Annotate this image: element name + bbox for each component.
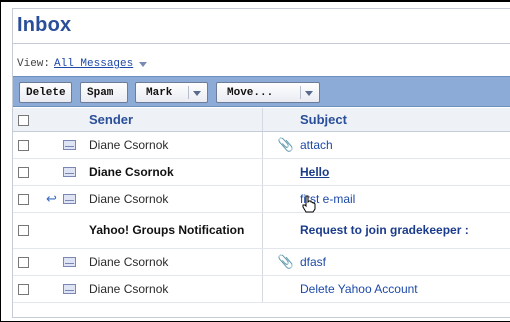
view-label: View: [17,58,51,70]
row-checkbox[interactable] [18,283,29,295]
chevron-down-icon [193,91,201,96]
delete-button[interactable]: Delete [19,82,72,103]
subject-cell[interactable]: attach [300,131,510,159]
subject-column-header[interactable]: Subject [300,108,510,132]
divider [300,86,301,99]
divider [188,86,189,99]
select-all-checkbox[interactable] [18,114,29,126]
paperclip-icon: 📎 [277,136,294,152]
divider [13,43,510,44]
chevron-down-icon[interactable] [139,61,148,67]
row-checkbox[interactable] [18,256,29,268]
message-toolbar: Delete Spam Mark Move... [13,76,510,107]
row-checkbox[interactable] [18,166,29,178]
header-spacer [261,108,300,132]
subject-cell[interactable]: first e-mail [300,185,510,213]
message-list: Sender Subject Diane Csornok 📎 attach Di… [13,108,510,303]
subject-cell[interactable]: Request to join gradekeeper : [300,212,510,249]
sender-cell[interactable]: Diane Csornok [89,248,262,276]
header-spacer [63,108,89,132]
hand-cursor-icon [302,195,316,213]
reply-icon: ↩ [46,190,57,206]
row-checkbox[interactable] [18,139,29,151]
sender-cell[interactable]: Yahoo! Groups Notification [89,212,262,249]
spam-button-label: Spam [87,86,114,99]
inbox-panel: Inbox View: All Messages Delete Spam Mar… [12,8,510,318]
view-filter: View: All Messages [17,58,148,70]
move-button[interactable]: Move... [216,82,320,103]
table-row[interactable]: Diane Csornok Delete Yahoo Account [13,275,510,303]
row-checkbox[interactable] [18,193,29,205]
table-row[interactable]: Yahoo! Groups Notification Request to jo… [13,212,510,249]
table-row[interactable]: Diane Csornok 📎 dfasf [13,248,510,276]
envelope-icon [63,140,76,151]
envelope-icon [63,284,76,295]
paperclip-icon: 📎 [277,253,294,269]
chevron-down-icon [305,91,313,96]
sender-cell[interactable]: Diane Csornok [89,275,262,303]
select-all-cell [13,108,41,132]
table-row[interactable]: Diane Csornok 📎 attach [13,131,510,159]
mark-button[interactable]: Mark [135,82,208,103]
envelope-icon [63,194,76,205]
envelope-icon [63,167,76,178]
sender-cell[interactable]: Diane Csornok [89,131,262,159]
sender-cell[interactable]: Diane Csornok [89,185,262,213]
header-spacer [41,108,63,132]
page-title: Inbox [17,14,72,36]
envelope-icon [63,257,76,268]
view-filter-link[interactable]: All Messages [54,58,133,70]
delete-button-label: Delete [26,86,66,99]
spam-button[interactable]: Spam [80,82,128,103]
subject-cell[interactable]: Hello [300,158,510,186]
sender-cell[interactable]: Diane Csornok [89,158,262,186]
window-frame: Inbox View: All Messages Delete Spam Mar… [0,0,510,322]
table-row[interactable]: ↩ Diane Csornok first e-mail [13,185,510,213]
row-checkbox[interactable] [18,225,29,237]
move-button-label: Move... [227,86,274,99]
sender-column-header[interactable]: Sender [89,108,262,132]
mark-button-label: Mark [146,86,173,99]
subject-cell[interactable]: Delete Yahoo Account [300,275,510,303]
subject-cell[interactable]: dfasf [300,248,510,276]
table-row[interactable]: Diane Csornok Hello [13,158,510,186]
